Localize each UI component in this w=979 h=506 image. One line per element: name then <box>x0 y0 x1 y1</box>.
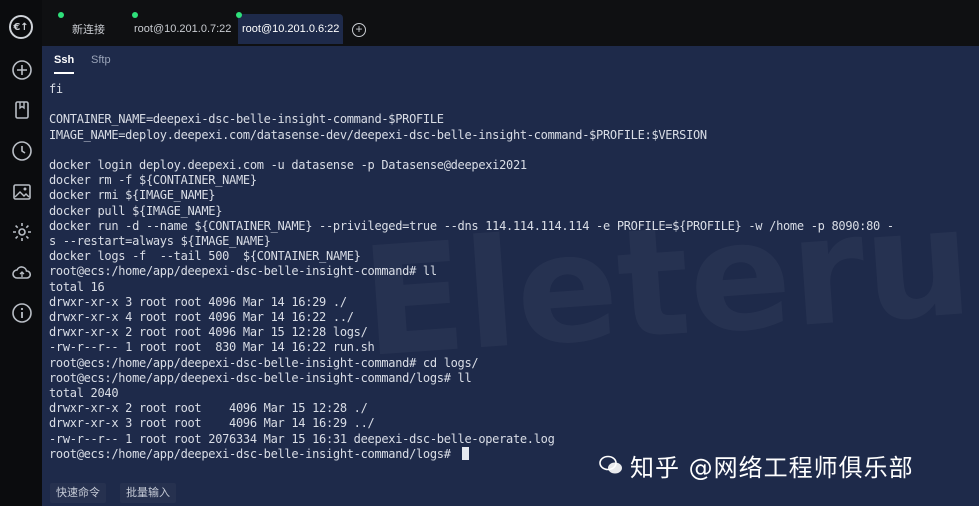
terminal-output[interactable]: fi CONTAINER_NAME=deepexi-dsc-belle-insi… <box>49 82 977 474</box>
tab-ssh[interactable]: Ssh <box>54 54 75 74</box>
status-dot <box>236 12 242 18</box>
terminal-line: docker rm -f ${CONTAINER_NAME} <box>49 173 257 188</box>
tab-bar: 新连接 root@10.201.0.7:22 root@10.201.0.6:2… <box>42 0 979 46</box>
terminal-line: docker pull ${IMAGE_NAME} <box>49 203 223 218</box>
terminal-line: root@ecs:/home/app/deepexi-dsc-belle-ins… <box>49 264 437 279</box>
tab-label: root@10.201.0.6:22 <box>242 23 340 35</box>
batch-input-button[interactable]: 批量输入 <box>120 483 176 503</box>
terminal-line: fi <box>49 82 63 96</box>
status-dot <box>132 12 138 18</box>
terminal-line: IMAGE_NAME=deploy.deepexi.com/datasense-… <box>49 127 707 142</box>
terminal-line: drwxr-xr-x 2 root root 4096 Mar 15 12:28… <box>49 325 368 340</box>
terminal-line: -rw-r--r-- 1 root root 2076334 Mar 15 16… <box>49 431 555 446</box>
terminal-line: drwxr-xr-x 3 root root 4096 Mar 14 16:29… <box>49 416 375 431</box>
quick-commands-button[interactable]: 快速命令 <box>50 483 106 503</box>
terminal-line: drwxr-xr-x 3 root root 4096 Mar 14 16:29… <box>49 294 347 309</box>
terminal-line: total 2040 <box>49 386 119 400</box>
tab-sftp[interactable]: Sftp <box>91 54 111 66</box>
app-logo: €↑ <box>9 15 33 39</box>
zhihu-watermark: 知乎 @网络工程师俱乐部 <box>598 447 914 483</box>
terminal-cursor <box>461 446 469 460</box>
status-dot <box>58 12 64 18</box>
tab-session-0-6[interactable]: root@10.201.0.6:22 <box>236 12 344 44</box>
terminal-line: CONTAINER_NAME=deepexi-dsc-belle-insight… <box>49 112 444 127</box>
bookmark-icon[interactable] <box>11 99 33 121</box>
watermark-text: 知乎 @网络工程师俱乐部 <box>630 453 914 482</box>
terminal-footer: 快速命令 批量输入 <box>42 480 979 506</box>
cloud-sync-icon[interactable] <box>11 262 33 284</box>
terminal-line: root@ecs:/home/app/deepexi-dsc-belle-ins… <box>49 370 472 385</box>
terminal-line: total 16 <box>49 279 105 294</box>
info-icon[interactable] <box>11 302 33 324</box>
tab-new-connection[interactable]: 新连接 <box>58 12 105 44</box>
tab-label: 新连接 <box>72 24 105 36</box>
terminal-line: docker run -d --name ${CONTAINER_NAME} -… <box>49 218 894 233</box>
terminal-line: -rw-r--r-- 1 root root 830 Mar 14 16:22 … <box>49 340 375 355</box>
plus-circle-icon[interactable] <box>11 59 33 81</box>
clock-icon[interactable] <box>11 140 33 162</box>
terminal-prompt: root@ecs:/home/app/deepexi-dsc-belle-ins… <box>49 446 458 461</box>
terminal-line: drwxr-xr-x 2 root root 4096 Mar 15 12:28… <box>49 401 368 416</box>
chat-bubble-icon <box>599 455 622 474</box>
terminal-line: docker rmi ${IMAGE_NAME} <box>49 188 216 203</box>
terminal-prompt-line: root@ecs:/home/app/deepexi-dsc-belle-ins… <box>49 446 469 461</box>
terminal-line: s --restart=always ${IMAGE_NAME} <box>49 234 271 248</box>
terminal-line: docker login deploy.deepexi.com -u datas… <box>49 158 527 172</box>
terminal-line: root@ecs:/home/app/deepexi-dsc-belle-ins… <box>49 355 479 370</box>
terminal-line: docker logs -f --tail 500 ${CONTAINER_NA… <box>49 249 361 264</box>
tab-label: root@10.201.0.7:22 <box>134 23 232 35</box>
image-icon[interactable] <box>11 181 33 203</box>
terminal-line: drwxr-xr-x 4 root root 4096 Mar 14 16:22… <box>49 310 354 324</box>
tab-session-0-7[interactable]: root@10.201.0.7:22 <box>130 12 232 44</box>
gear-icon[interactable] <box>11 221 33 243</box>
sidebar: €↑ <box>0 0 42 506</box>
add-tab-icon[interactable]: + <box>352 23 366 37</box>
terminal-panel: Ssh Sftp Eleteru fi CONTAINER_NAME=deepe… <box>42 46 979 506</box>
